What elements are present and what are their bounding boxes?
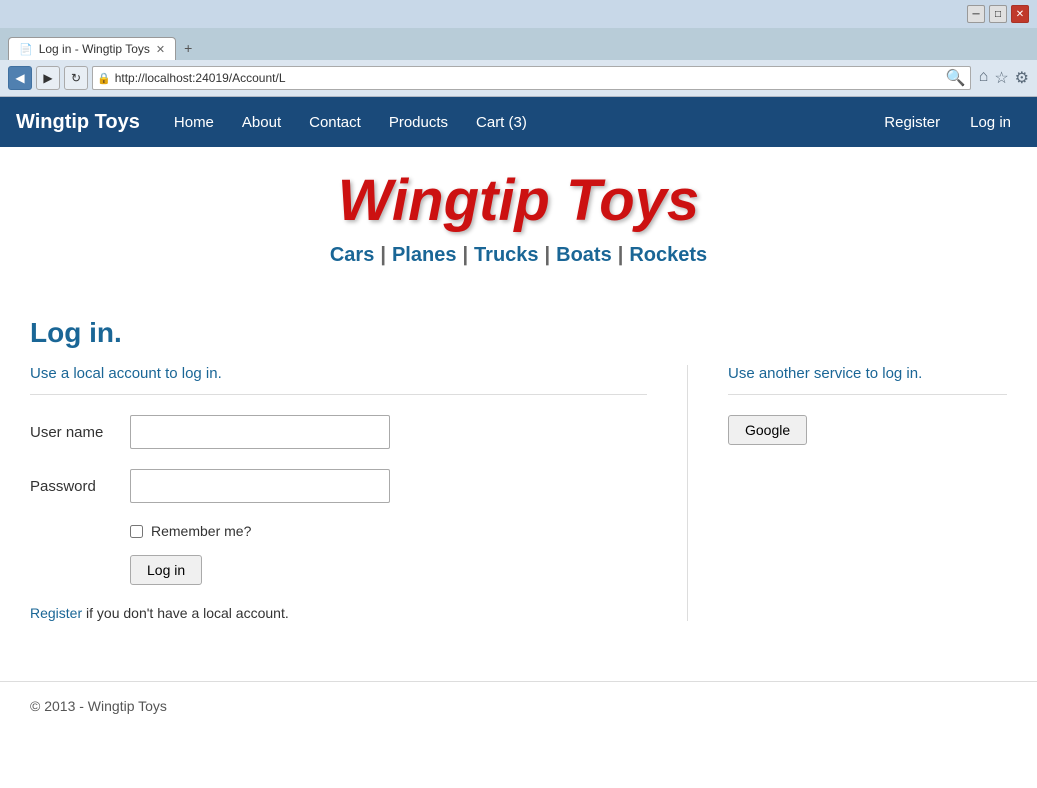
sep-1: | [380,244,386,267]
category-links: Cars | Planes | Trucks | Boats | Rockets [0,234,1037,287]
forward-button[interactable]: ▶ [36,66,60,90]
address-icon: 🔒 [97,72,111,85]
register-note-text: if you don't have a local account. [82,605,289,621]
remember-checkbox[interactable] [130,525,143,538]
username-group: User name [30,415,647,449]
settings-icon[interactable]: ⚙ [1015,68,1029,88]
url-input[interactable] [115,71,942,85]
home-icon[interactable]: ⌂ [979,68,989,88]
login-service-section: Use another service to log in. Google [687,365,1007,621]
login-button[interactable]: Log in [130,555,202,585]
nav-register[interactable]: Register [874,114,950,131]
tab-close-button[interactable]: ✕ [156,43,165,56]
nav-cart[interactable]: Cart (3) [462,97,541,147]
new-tab-button[interactable]: + [176,36,200,60]
nav-login[interactable]: Log in [960,114,1021,131]
refresh-button[interactable]: ↻ [64,66,88,90]
site-logo-text: Wingtip Toys [0,167,1037,234]
sep-2: | [462,244,468,267]
site-main-content: Log in. Use a local account to log in. U… [0,297,1037,641]
sep-4: | [618,244,624,267]
service-divider [728,394,1007,395]
sep-3: | [545,244,551,267]
site-footer: © 2013 - Wingtip Toys [0,681,1037,730]
back-button[interactable]: ◀ [8,66,32,90]
search-icon: 🔍 [946,68,966,88]
category-cars[interactable]: Cars [330,244,374,267]
category-rockets[interactable]: Rockets [629,244,707,267]
page-title: Log in. [30,317,1007,349]
nav-products[interactable]: Products [375,97,462,147]
register-link[interactable]: Register [30,605,82,621]
username-label: User name [30,424,130,441]
minimize-button[interactable]: ─ [967,5,985,23]
remember-label: Remember me? [151,523,251,539]
nav-home[interactable]: Home [160,97,228,147]
star-icon[interactable]: ☆ [994,68,1008,88]
website-content: Wingtip Toys Home About Contact Products… [0,97,1037,788]
local-section-label: Use a local account to log in. [30,365,647,382]
remember-group: Remember me? [130,523,647,539]
footer-text: © 2013 - Wingtip Toys [30,698,167,714]
login-local-section: Use a local account to log in. User name… [30,365,687,621]
password-label: Password [30,478,130,495]
category-trucks[interactable]: Trucks [474,244,538,267]
nav-right: Register Log in [874,114,1021,131]
browser-tab[interactable]: 📄 Log in - Wingtip Toys ✕ [8,37,176,60]
tab-title: Log in - Wingtip Toys [39,42,150,56]
site-hero: Wingtip Toys Cars | Planes | Trucks | Bo… [0,147,1037,297]
nav-about[interactable]: About [228,97,295,147]
local-divider [30,394,647,395]
google-login-button[interactable]: Google [728,415,807,445]
close-button[interactable]: ✕ [1011,5,1029,23]
login-container: Use a local account to log in. User name… [30,365,1007,621]
service-section-label: Use another service to log in. [728,365,1007,382]
password-input[interactable] [130,469,390,503]
maximize-button[interactable]: □ [989,5,1007,23]
tab-icon: 📄 [19,43,33,56]
address-bar: 🔒 🔍 [92,66,971,90]
register-note: Register if you don't have a local accou… [30,605,647,621]
site-nav: Wingtip Toys Home About Contact Products… [0,97,1037,147]
category-planes[interactable]: Planes [392,244,456,267]
password-group: Password [30,469,647,503]
category-boats[interactable]: Boats [556,244,612,267]
username-input[interactable] [130,415,390,449]
nav-contact[interactable]: Contact [295,97,375,147]
site-brand-link[interactable]: Wingtip Toys [16,111,140,134]
nav-links: Home About Contact Products Cart (3) [160,97,874,147]
